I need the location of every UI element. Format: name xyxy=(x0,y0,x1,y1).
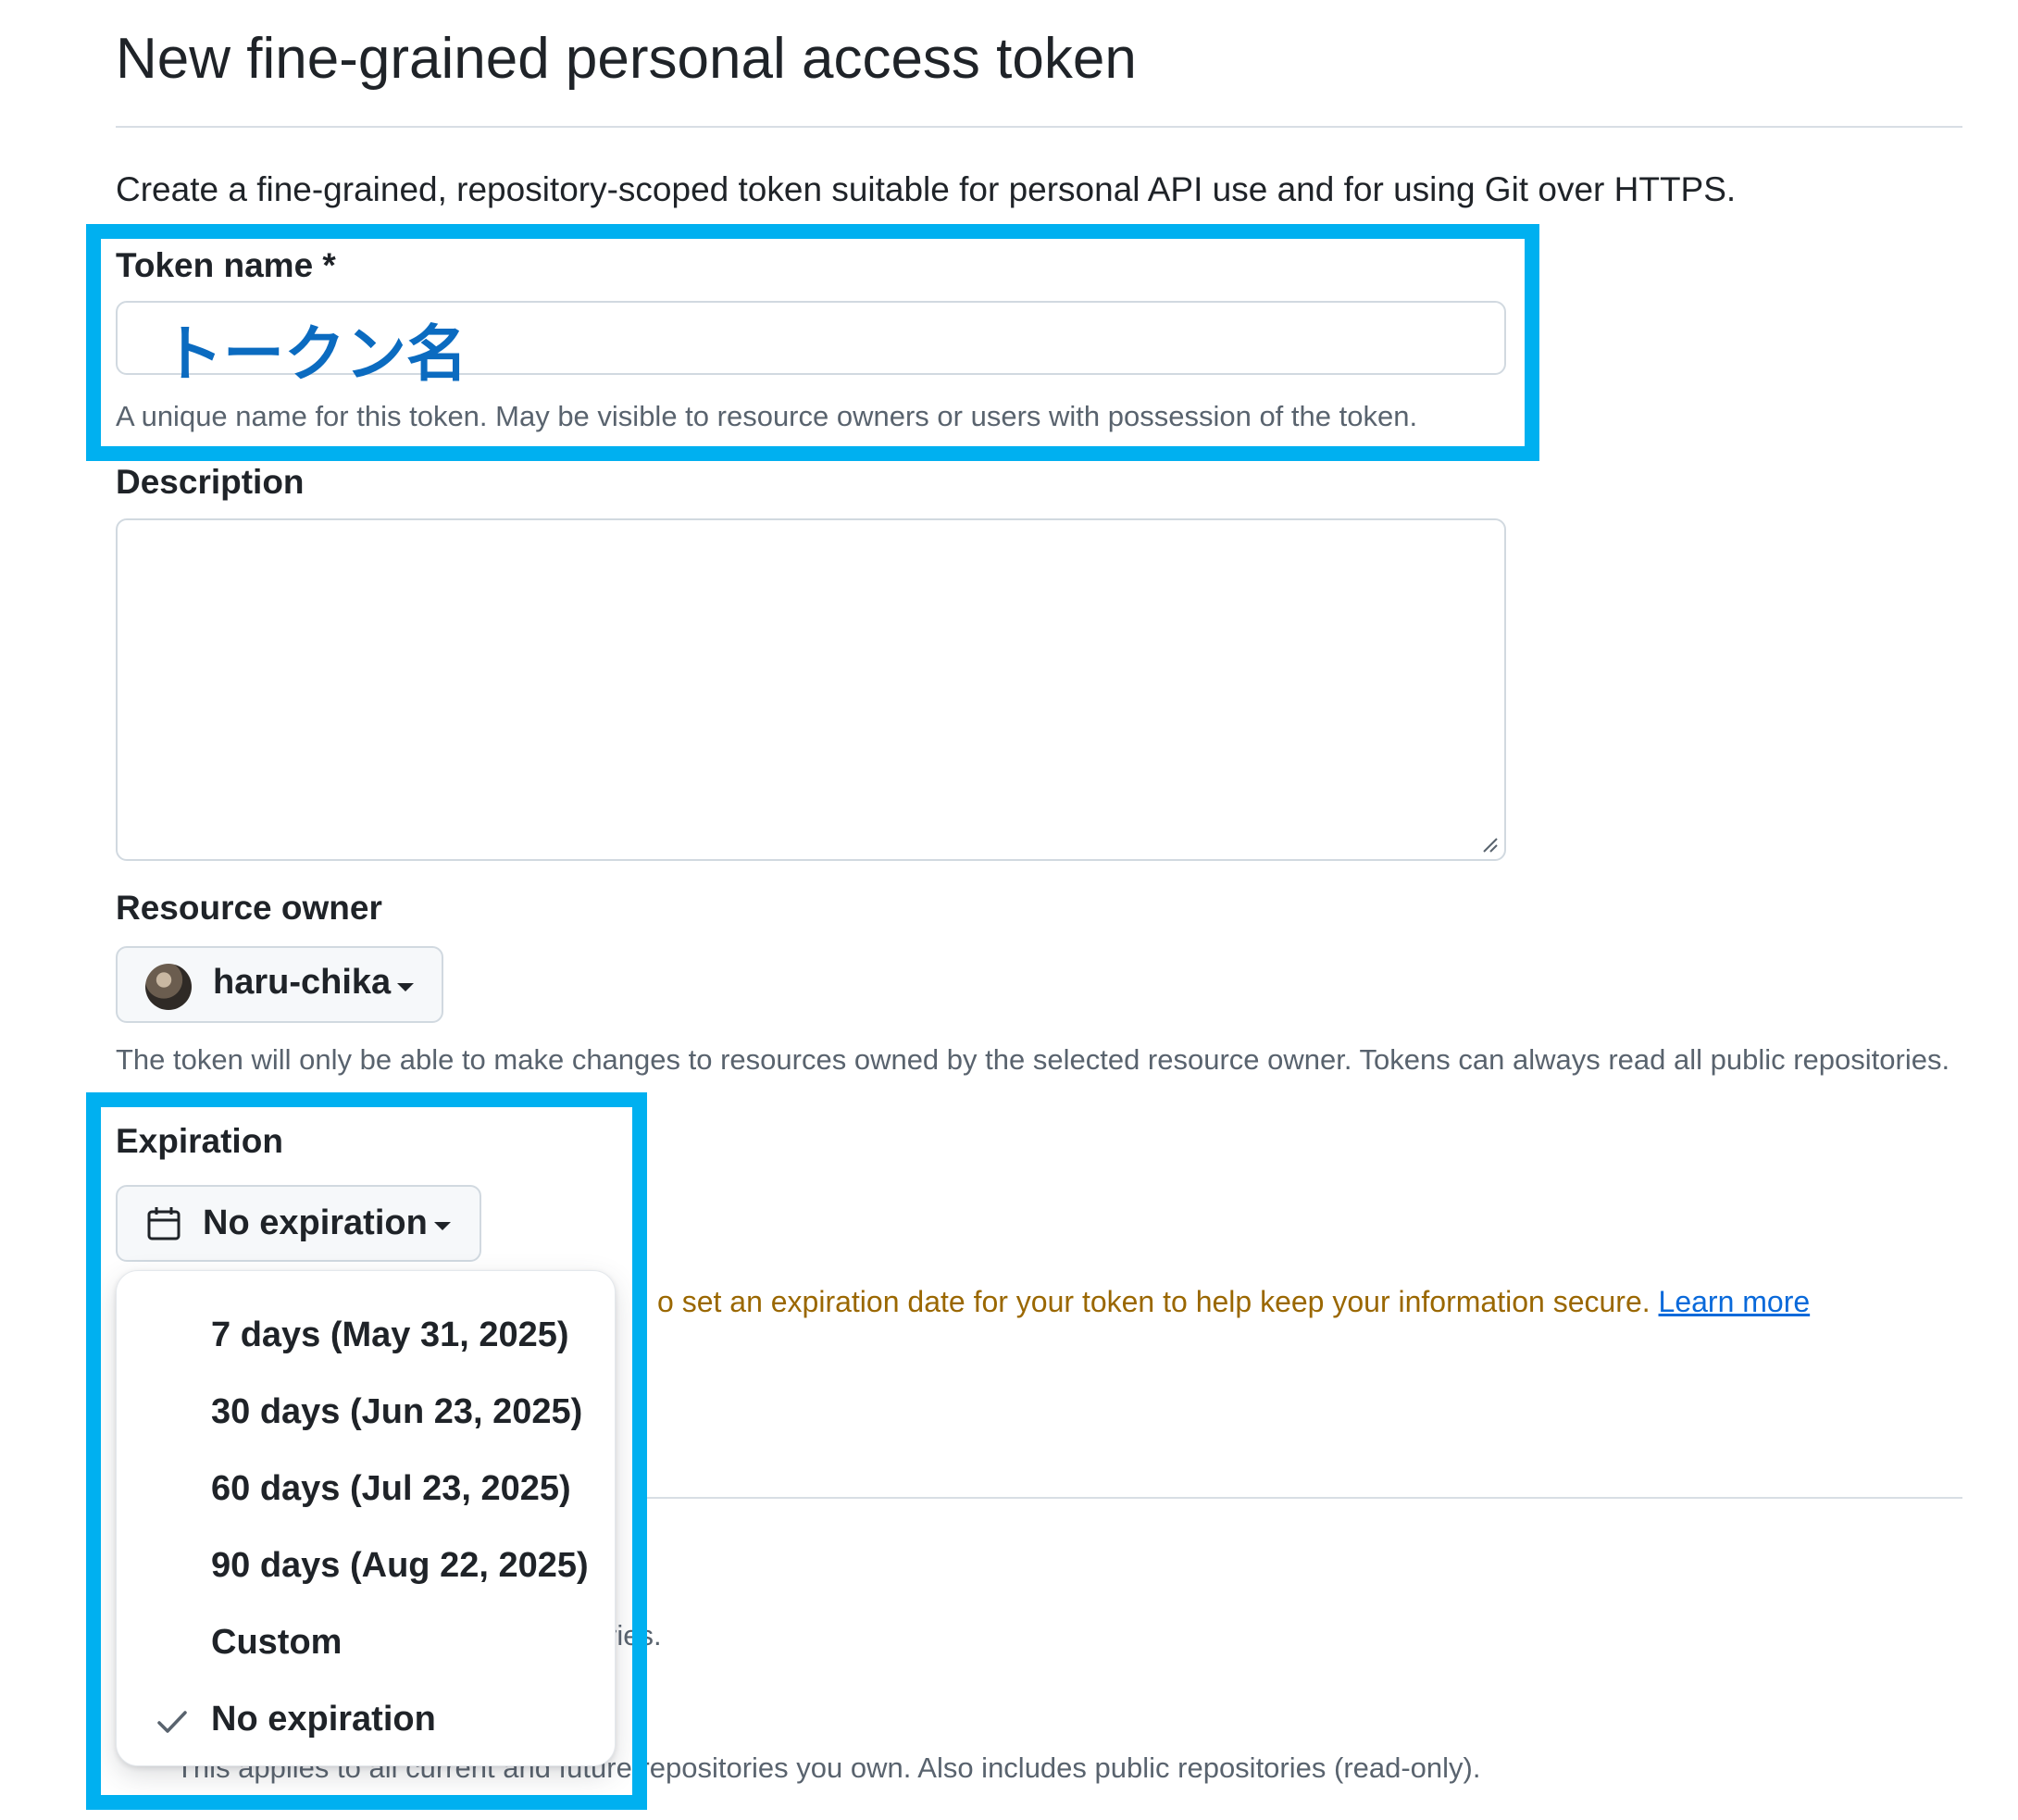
expiration-option-7-days[interactable]: 7 days (May 31, 2025) xyxy=(117,1303,615,1373)
expiration-option-90-days[interactable]: 90 days (Aug 22, 2025) xyxy=(117,1533,615,1603)
expiration-option-no-expiration[interactable]: No expiration xyxy=(117,1687,615,1757)
expiration-warning: o set an expiration date for your token … xyxy=(657,1285,1810,1319)
token-name-value: トークン名 xyxy=(162,318,467,390)
option-label: 60 days (Jul 23, 2025) xyxy=(211,1469,571,1508)
expiration-option-custom[interactable]: Custom xyxy=(117,1610,615,1680)
resource-owner-label: Resource owner xyxy=(116,889,382,927)
expiration-option-30-days[interactable]: 30 days (Jun 23, 2025) xyxy=(117,1379,615,1450)
token-name-label: Token name * xyxy=(116,246,336,284)
caret-down-icon xyxy=(397,983,414,991)
check-icon xyxy=(157,1711,187,1733)
expiration-warning-text: o set an expiration date for your token … xyxy=(657,1285,1651,1318)
expiration-label: Expiration xyxy=(116,1122,283,1160)
token-name-input[interactable]: トークン名 xyxy=(116,301,1506,390)
calendar-icon xyxy=(147,1207,181,1240)
section-divider xyxy=(639,1497,1962,1499)
option-label: 7 days (May 31, 2025) xyxy=(211,1315,569,1354)
resource-owner-hint: The token will only be able to make chan… xyxy=(116,1043,1950,1076)
expiration-option-60-days[interactable]: 60 days (Jul 23, 2025) xyxy=(117,1456,615,1527)
expiration-select[interactable]: No expiration xyxy=(116,1185,481,1262)
option-label: 90 days (Aug 22, 2025) xyxy=(211,1546,589,1585)
resource-owner-value: haru-chika xyxy=(213,963,392,1002)
token-name-hint: A unique name for this token. May be vis… xyxy=(116,400,1418,432)
avatar xyxy=(145,964,192,1010)
option-label: Custom xyxy=(211,1623,343,1662)
description-textarea[interactable] xyxy=(116,518,1506,861)
title-divider xyxy=(116,126,1962,128)
resource-owner-select[interactable]: haru-chika xyxy=(116,946,443,1023)
description-label: Description xyxy=(116,463,305,501)
learn-more-link[interactable]: Learn more xyxy=(1659,1285,1811,1318)
page-intro: Create a fine-grained, repository-scoped… xyxy=(116,170,1737,208)
option-label: 30 days (Jun 23, 2025) xyxy=(211,1392,583,1431)
expiration-dropdown-menu: 7 days (May 31, 2025) 30 days (Jun 23, 2… xyxy=(116,1270,616,1766)
option-label: No expiration xyxy=(211,1700,436,1739)
page-title: New fine-grained personal access token xyxy=(116,27,1137,91)
resize-handle-icon[interactable] xyxy=(1480,835,1499,854)
expiration-selected-value: No expiration xyxy=(203,1203,428,1242)
caret-down-icon xyxy=(434,1222,451,1230)
